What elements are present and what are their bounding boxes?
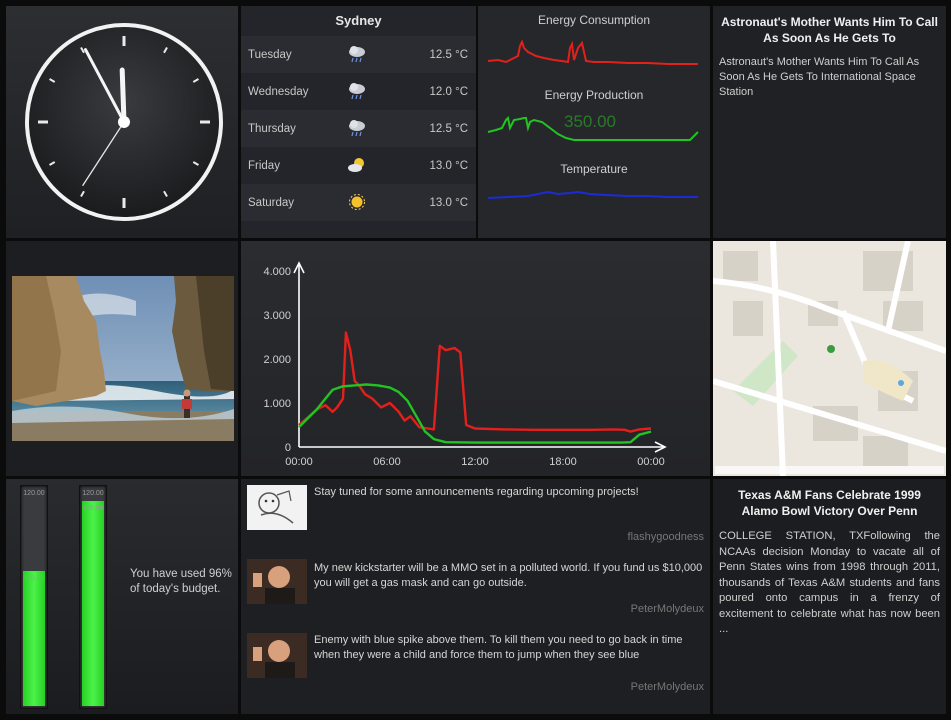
tweet-text: Stay tuned for some announcements regard… [314, 486, 639, 498]
energy-consumption-sparkline [487, 39, 698, 65]
tweet-text: Enemy with blue spike above them. To kil… [314, 634, 683, 661]
avatar[interactable] [247, 633, 307, 678]
forecast-temp: 12.0 °C [429, 85, 468, 98]
map-marker-icon[interactable] [827, 345, 835, 353]
chart-series-line-1 [298, 331, 652, 433]
coastal-cliffs-photo [12, 276, 234, 441]
x-tick-label: 00:00 [637, 456, 665, 468]
partly-sunny-icon [348, 158, 364, 172]
y-tick-label: 4.000 [263, 266, 291, 278]
tweet-username[interactable]: flashygoodness [628, 531, 704, 543]
street-map[interactable] [713, 241, 946, 476]
news-headline[interactable]: Astronaut's Mother Wants Him To Call As … [719, 14, 940, 46]
x-tick-label: 06:00 [373, 456, 401, 468]
rain-cloud-icon [349, 120, 365, 137]
forecast-temp: 13.0 °C [429, 159, 468, 172]
y-tick-label: 1.000 [263, 398, 291, 410]
analog-clock [25, 23, 223, 221]
tweet-username[interactable]: PeterMolydeux [631, 681, 704, 693]
chart-canvas: 4.000 3.000 2.000 1.000 0 00:00 06:00 12:00 18:0… [263, 261, 667, 468]
forecast-day: Wednesday [248, 85, 309, 98]
bar-value-label: 115.00 [23, 575, 45, 582]
chart-ticks: 4.000 3.000 2.000 1.000 0 00:00 06:00 12:00 18:0… [263, 266, 664, 468]
x-tick-label: 12:00 [461, 456, 489, 468]
y-tick-label: 2.000 [263, 354, 291, 366]
bar-value-label: 115.00 [82, 505, 104, 512]
clock-hour-hand [119, 67, 127, 125]
y-tick-label: 3.000 [263, 310, 291, 322]
forecast-day: Tuesday [248, 48, 292, 61]
avatar[interactable] [247, 485, 307, 530]
forecast-temp: 13.0 °C [429, 196, 468, 209]
bar-fill [82, 501, 104, 706]
energy-production-sparkline [487, 115, 699, 141]
energy-widget: Energy Consumption Energy Production Tem… [478, 6, 710, 238]
chart-axes [293, 261, 667, 453]
bar-fill [23, 571, 45, 706]
x-tick-label: 00:00 [285, 456, 313, 468]
tweet-item[interactable]: My new kickstarter will be a MMO set in … [241, 555, 710, 625]
tweet-item[interactable]: Stay tuned for some announcements regard… [241, 479, 710, 549]
map-attribution-bar [715, 466, 944, 474]
rain-cloud-icon [349, 46, 365, 63]
x-tick-label: 18:00 [549, 456, 577, 468]
budget-usage-text: You have used 96% of today's budget. [130, 568, 232, 595]
forecast-row: Tuesday 12.5 °C [241, 36, 476, 73]
map-widget[interactable] [713, 241, 946, 476]
budget-bar-1: 120.00 115.00 [20, 485, 48, 709]
photo-widget [6, 241, 238, 476]
forecast-row: Wednesday 12.0 °C [241, 73, 476, 110]
forecast-day: Thursday [248, 122, 296, 135]
map-location-icon[interactable] [898, 380, 904, 386]
sun-icon [349, 194, 365, 210]
clock-widget [6, 6, 238, 238]
temperature-sparkline [487, 190, 698, 199]
chart-series [298, 331, 652, 444]
weather-forecast-list: Tuesday 12.5 °C Wednesday 12.0 °C Thursd… [241, 36, 476, 221]
clock-pivot [118, 116, 130, 128]
news-card-bottom[interactable]: Texas A&M Fans Celebrate 1999 Alamo Bowl… [713, 479, 946, 714]
tweet-item[interactable]: Enemy with blue spike above them. To kil… [241, 627, 710, 697]
news-card-top[interactable]: Astronaut's Mother Wants Him To Call As … [713, 6, 946, 238]
rain-cloud-icon [349, 83, 365, 100]
news-summary: COLLEGE STATION, TXFollowing the NCAAs d… [719, 530, 940, 635]
y-tick-label: 0 [285, 442, 291, 454]
forecast-temp: 12.5 °C [429, 122, 468, 135]
forecast-day: Saturday [248, 196, 295, 209]
bar-max-label: 120.00 [82, 490, 104, 497]
forecast-temp: 12.5 °C [429, 48, 468, 61]
tweet-username[interactable]: PeterMolydeux [631, 603, 704, 615]
tweets-widget: Stay tuned for some announcements regard… [241, 479, 710, 714]
tweet-text: My new kickstarter will be a MMO set in … [314, 562, 703, 589]
news-summary: Astronaut's Mother Wants Him To Call As … [719, 56, 920, 98]
forecast-row: Saturday 13.0 °C [241, 184, 476, 221]
weather-widget: Sydney Tuesday 12.5 °C Wednesday 12.0 °C… [241, 6, 476, 238]
avatar[interactable] [247, 559, 307, 604]
budget-widget: 120.00 115.00 120.00 115.00 You have use… [6, 479, 238, 714]
bar-max-label: 120.00 [23, 490, 45, 497]
energy-sparklines [487, 39, 699, 199]
weather-city: Sydney [335, 13, 382, 28]
forecast-day: Friday [248, 159, 280, 172]
news-headline[interactable]: Texas A&M Fans Celebrate 1999 Alamo Bowl… [719, 487, 940, 519]
budget-bar-2: 120.00 115.00 [79, 485, 107, 709]
forecast-row: Thursday 12.5 °C [241, 110, 476, 147]
chart-series-line-2 [298, 383, 652, 444]
forecast-row: Friday 13.0 °C [241, 147, 476, 184]
energy-history-chart: 4.000 3.000 2.000 1.000 0 00:00 06:00 12:00 18:0… [241, 241, 710, 476]
